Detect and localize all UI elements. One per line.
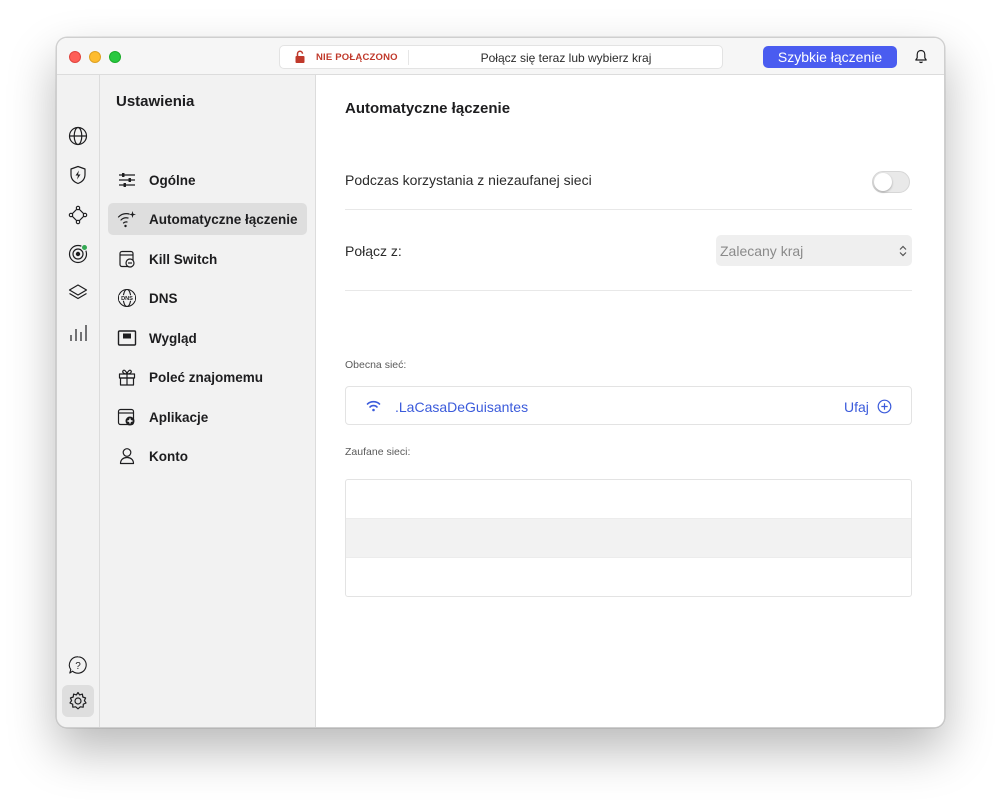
sidebar-item-label: Poleć znajomemu bbox=[149, 370, 264, 385]
connection-hint: Połącz się teraz lub wybierz kraj bbox=[480, 51, 652, 65]
gift-icon bbox=[117, 367, 137, 387]
dns-globe-icon: DNS bbox=[117, 288, 137, 308]
settings-sidebar: Ustawienia Ogólne Automatyczne łączenie … bbox=[100, 75, 316, 727]
kill-switch-icon bbox=[117, 249, 137, 269]
target-icon[interactable] bbox=[67, 243, 89, 265]
list-item[interactable] bbox=[346, 519, 911, 558]
sidebar-item-autoconnect[interactable]: Automatyczne łączenie bbox=[108, 203, 307, 235]
connect-to-value: Zalecany kraj bbox=[720, 243, 804, 259]
sidebar-item-kill-switch[interactable]: Kill Switch bbox=[108, 243, 307, 275]
chevron-up-down-icon bbox=[899, 245, 907, 257]
help-bubble-icon[interactable]: ? bbox=[67, 654, 89, 676]
sidebar-item-general[interactable]: Ogólne bbox=[108, 164, 307, 196]
minimize-window-button[interactable] bbox=[89, 51, 101, 63]
sidebar-item-label: Automatyczne łączenie bbox=[149, 212, 298, 227]
divider bbox=[345, 209, 912, 210]
sidebar-item-label: DNS bbox=[149, 291, 178, 306]
sidebar-item-label: Wygląd bbox=[149, 331, 197, 346]
sidebar-item-account[interactable]: Konto bbox=[108, 440, 307, 472]
app-window: NIE POŁĄCZONO Połącz się teraz lub wybie… bbox=[56, 37, 945, 728]
add-circle-icon[interactable] bbox=[877, 399, 892, 414]
sidebar-item-label: Ogólne bbox=[149, 173, 196, 188]
sidebar-item-label: Kill Switch bbox=[149, 252, 218, 267]
titlebar: NIE POŁĄCZONO Połącz się teraz lub wybie… bbox=[57, 38, 944, 75]
sidebar-item-apps[interactable]: Aplikacje bbox=[108, 401, 307, 433]
toggle-knob bbox=[874, 173, 892, 191]
bell-icon[interactable] bbox=[914, 49, 928, 64]
connect-to-select[interactable]: Zalecany kraj bbox=[716, 235, 912, 266]
quick-connect-button[interactable]: Szybkie łączenie bbox=[763, 46, 897, 68]
bar-chart-icon[interactable] bbox=[67, 322, 89, 344]
globe-icon[interactable] bbox=[67, 125, 89, 147]
untrusted-network-label: Podczas korzystania z niezaufanej sieci bbox=[345, 172, 592, 188]
layers-icon[interactable] bbox=[67, 282, 89, 304]
gear-icon[interactable] bbox=[67, 690, 89, 712]
sidebar-item-label: Aplikacje bbox=[149, 410, 209, 425]
trusted-networks-label: Zaufane sieci: bbox=[345, 446, 411, 458]
untrusted-network-toggle[interactable] bbox=[872, 171, 910, 193]
trusted-networks-list bbox=[345, 479, 912, 597]
page-title: Automatyczne łączenie bbox=[345, 100, 511, 117]
current-network-name: .LaCasaDeGuisantes bbox=[395, 399, 529, 415]
current-network-label: Obecna sieć: bbox=[345, 359, 407, 371]
connection-status-bar[interactable]: NIE POŁĄCZONO Połącz się teraz lub wybie… bbox=[279, 45, 723, 69]
settings-content: Automatyczne łączenie Podczas korzystani… bbox=[316, 75, 944, 727]
current-network-row: .LaCasaDeGuisantes Ufaj bbox=[345, 386, 912, 425]
svg-text:DNS: DNS bbox=[121, 296, 133, 302]
sidebar-item-appearance[interactable]: Wygląd bbox=[108, 322, 307, 354]
connection-status-text: NIE POŁĄCZONO bbox=[316, 52, 398, 63]
close-window-button[interactable] bbox=[69, 51, 81, 63]
wifi-sparkle-icon bbox=[117, 209, 137, 229]
divider bbox=[345, 290, 912, 291]
user-icon bbox=[117, 446, 137, 466]
list-item[interactable] bbox=[346, 480, 911, 519]
sidebar-item-label: Konto bbox=[149, 449, 188, 464]
unlocked-lock-icon bbox=[295, 50, 305, 63]
appearance-icon bbox=[117, 328, 137, 348]
wifi-icon bbox=[366, 400, 381, 412]
shield-bolt-icon[interactable] bbox=[67, 164, 89, 186]
sliders-icon bbox=[117, 170, 137, 190]
mesh-network-icon[interactable] bbox=[67, 204, 89, 226]
maximize-window-button[interactable] bbox=[109, 51, 121, 63]
svg-text:?: ? bbox=[75, 661, 81, 672]
status-divider bbox=[408, 50, 409, 65]
sidebar-item-dns[interactable]: DNS DNS bbox=[108, 282, 307, 314]
apps-icon bbox=[117, 407, 137, 427]
sidebar-item-refer-friend[interactable]: Poleć znajomemu bbox=[108, 361, 307, 393]
connect-to-label: Połącz z: bbox=[345, 243, 402, 259]
list-item[interactable] bbox=[346, 558, 911, 596]
icon-rail: ? bbox=[57, 75, 100, 727]
sidebar-title: Ustawienia bbox=[116, 93, 195, 110]
trust-network-link[interactable]: Ufaj bbox=[844, 399, 869, 415]
